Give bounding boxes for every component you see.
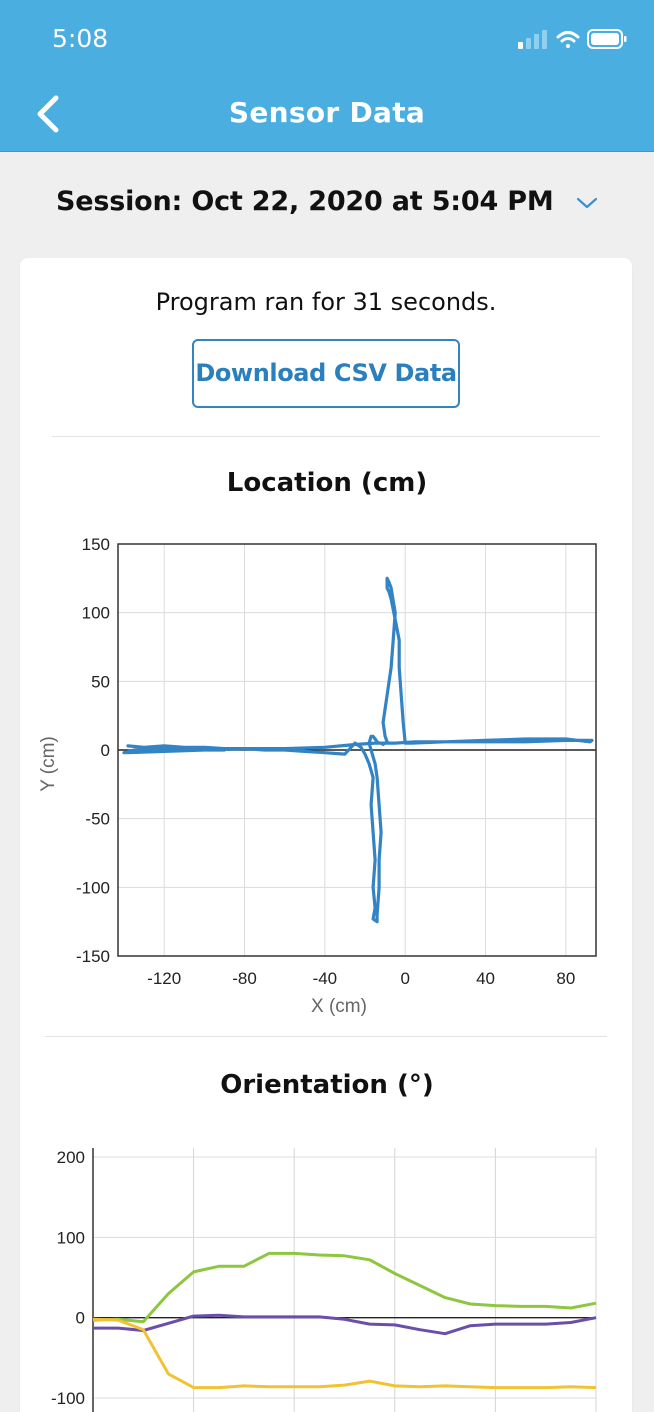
y-tick-label: 0 — [101, 741, 110, 760]
y-tick-label: -100 — [51, 1389, 85, 1408]
run-duration-text: Program ran for 31 seconds. — [155, 288, 497, 316]
divider — [52, 436, 600, 437]
orientation-series-green — [92, 1251, 597, 1324]
status-time: 5:08 — [52, 24, 109, 53]
session-label: Session: Oct 22, 2020 at 5:04 PM — [56, 186, 554, 217]
location-chart: Y (cm) X (cm) -120 -80 -40 0 40 80 150 100 50 0 -5… — [38, 535, 597, 1017]
y-tick-label: -50 — [85, 810, 110, 829]
y-tick-label: 200 — [57, 1148, 85, 1167]
cellular-signal-icon — [518, 30, 547, 49]
y-axis-label: Y (cm) — [38, 736, 59, 792]
chevron-down-icon — [576, 197, 598, 208]
x-tick-label: -80 — [232, 969, 257, 988]
x-tick-label: 80 — [556, 969, 575, 988]
divider — [45, 1036, 607, 1037]
y-tick-label: 100 — [82, 604, 110, 623]
y-tick-label: 50 — [91, 672, 110, 691]
wifi-icon — [556, 31, 580, 48]
x-tick-label: -120 — [147, 969, 181, 988]
x-axis-label: X (cm) — [311, 996, 367, 1017]
battery-icon — [587, 29, 627, 49]
orientation-series-yellow — [92, 1317, 597, 1390]
y-tick-label: -100 — [76, 878, 110, 897]
x-tick-label: 40 — [476, 969, 495, 988]
page-title: Sensor Data — [228, 96, 426, 129]
orientation-chart: 200 100 0 -100 — [51, 1148, 597, 1412]
app-header: 5:08 Sensor Data — [0, 0, 654, 152]
y-tick-label: 150 — [82, 535, 110, 554]
location-chart-title: Location (cm) — [226, 468, 428, 498]
x-tick-label: -40 — [313, 969, 338, 988]
y-tick-label: 0 — [76, 1309, 85, 1328]
session-selector[interactable]: Session: Oct 22, 2020 at 5:04 PM — [0, 186, 654, 228]
status-icons — [518, 29, 627, 49]
x-tick-label: 0 — [400, 969, 409, 988]
y-tick-label: -150 — [76, 947, 110, 966]
download-csv-button[interactable]: Download CSV Data — [192, 339, 460, 408]
y-tick-label: 100 — [57, 1228, 85, 1247]
orientation-chart-title: Orientation (°) — [220, 1070, 434, 1100]
